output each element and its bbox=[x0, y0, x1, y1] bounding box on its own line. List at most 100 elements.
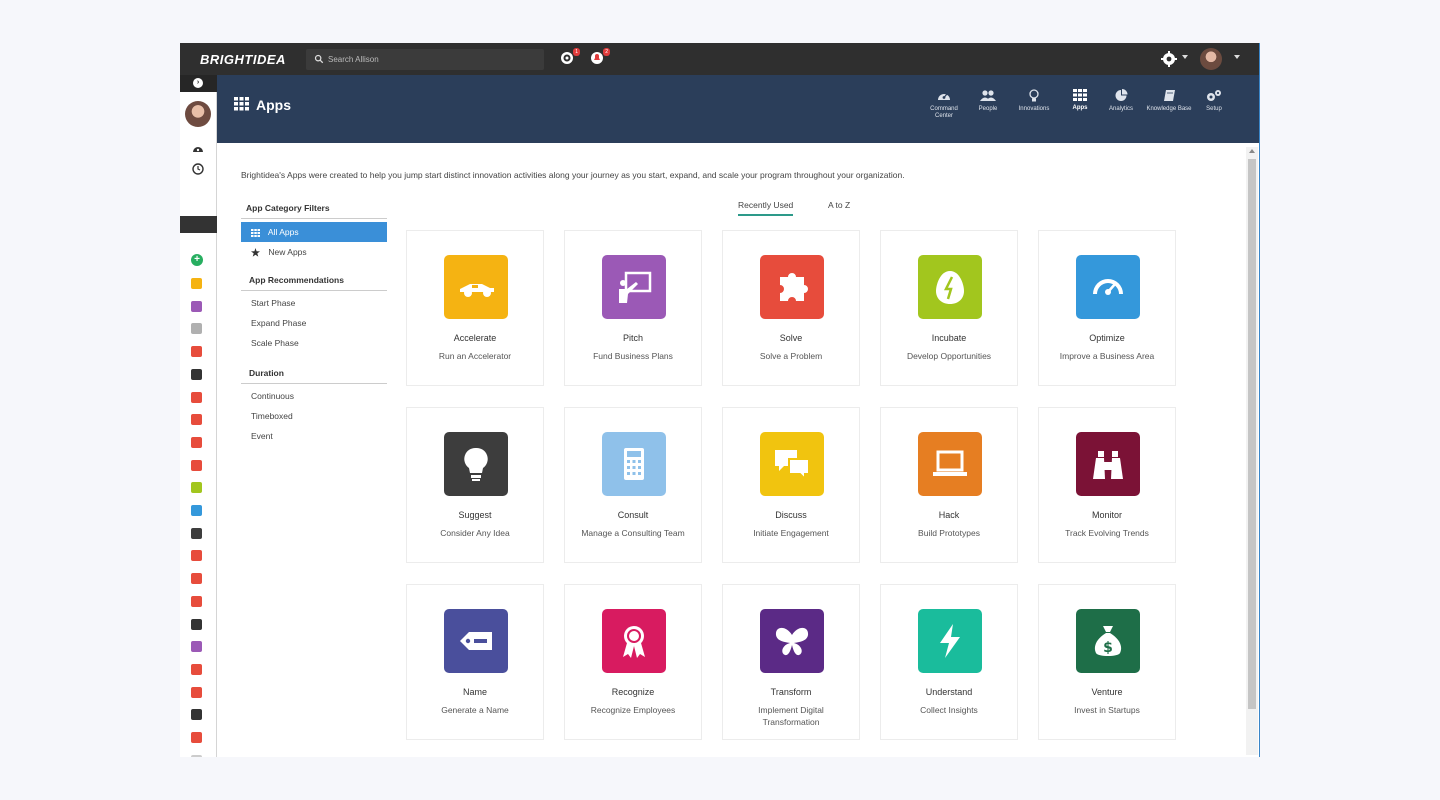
nav-people[interactable]: People bbox=[965, 89, 1011, 113]
rail-app-icon[interactable] bbox=[191, 414, 202, 426]
rail-toggle[interactable]: › bbox=[180, 75, 217, 92]
rail-avatar[interactable] bbox=[185, 101, 211, 127]
rail-app-icon[interactable] bbox=[191, 368, 202, 380]
app-card-accelerate[interactable]: Accelerate Run an Accelerator bbox=[406, 230, 544, 386]
app-tile[interactable] bbox=[444, 432, 508, 496]
app-tile[interactable] bbox=[918, 432, 982, 496]
app-card-name[interactable]: Name Generate a Name bbox=[406, 584, 544, 740]
notification-button[interactable]: 1 bbox=[560, 48, 580, 67]
vertical-scrollbar[interactable] bbox=[1246, 147, 1258, 755]
alerts-button[interactable]: 2 bbox=[590, 48, 610, 67]
app-card-optimize[interactable]: Optimize Improve a Business Area bbox=[1038, 230, 1176, 386]
target-icon bbox=[561, 52, 573, 64]
dashboard-icon[interactable] bbox=[192, 143, 204, 153]
filter-event[interactable]: Event bbox=[241, 428, 387, 448]
filter-timeboxed[interactable]: Timeboxed bbox=[241, 408, 387, 428]
app-card-hack[interactable]: Hack Build Prototypes bbox=[880, 407, 1018, 563]
brightidea-logo[interactable]: BRIGHTIDEA bbox=[200, 52, 286, 67]
rail-app-icon[interactable] bbox=[191, 550, 202, 562]
filter-new-apps[interactable]: New Apps bbox=[241, 242, 387, 262]
app-card-incubate[interactable]: Incubate Develop Opportunities bbox=[880, 230, 1018, 386]
nav-innovations[interactable]: Innovations bbox=[1011, 89, 1057, 113]
rail-app-icon[interactable] bbox=[191, 595, 202, 607]
egg-icon bbox=[936, 271, 964, 304]
app-card-consult[interactable]: Consult Manage a Consulting Team bbox=[564, 407, 702, 563]
scrollbar-thumb[interactable] bbox=[1248, 159, 1256, 709]
settings-gear-icon[interactable] bbox=[1160, 50, 1180, 68]
app-tile[interactable]: $ bbox=[1076, 609, 1140, 673]
rail-app-icon[interactable] bbox=[191, 618, 202, 630]
rail-app-icon[interactable] bbox=[191, 732, 202, 743]
filter-all-apps[interactable]: All Apps bbox=[241, 222, 387, 242]
rail-app-icon[interactable] bbox=[191, 573, 202, 585]
tab-a-to-z[interactable]: A to Z bbox=[828, 200, 850, 214]
app-card-transform[interactable]: Transform Implement Digital Transformatio… bbox=[722, 584, 860, 740]
app-card-suggest[interactable]: Suggest Consider Any Idea bbox=[406, 407, 544, 563]
add-app-icon[interactable]: + bbox=[191, 254, 203, 266]
speedometer-icon bbox=[1093, 279, 1123, 295]
user-avatar[interactable] bbox=[1200, 48, 1222, 70]
rail-app-icon[interactable] bbox=[191, 709, 202, 721]
nav-setup[interactable]: Setup bbox=[1191, 89, 1237, 113]
app-card-pitch[interactable]: Pitch Fund Business Plans bbox=[564, 230, 702, 386]
app-tile[interactable] bbox=[602, 432, 666, 496]
rail-app-icon[interactable] bbox=[191, 754, 202, 757]
page-title-text: Apps bbox=[256, 97, 291, 113]
app-tile[interactable] bbox=[918, 609, 982, 673]
app-tile[interactable] bbox=[602, 609, 666, 673]
filter-start-phase[interactable]: Start Phase bbox=[241, 295, 387, 315]
rail-app-icon[interactable] bbox=[191, 346, 202, 358]
search-input[interactable] bbox=[328, 49, 538, 70]
app-name: Accelerate bbox=[453, 333, 497, 343]
settings-caret-icon[interactable] bbox=[1182, 55, 1188, 59]
app-tile[interactable] bbox=[760, 432, 824, 496]
scroll-up-icon[interactable] bbox=[1249, 149, 1255, 153]
app-tile[interactable] bbox=[1076, 255, 1140, 319]
calculator-icon bbox=[624, 448, 644, 480]
tab-recently-used[interactable]: Recently Used bbox=[738, 200, 794, 216]
filter-scale-phase[interactable]: Scale Phase bbox=[241, 335, 387, 355]
rail-app-icon[interactable] bbox=[191, 278, 202, 289]
app-card-monitor[interactable]: Monitor Track Evolving Trends bbox=[1038, 407, 1176, 563]
app-card-understand[interactable]: Understand Collect Insights bbox=[880, 584, 1018, 740]
rail-app-icon[interactable] bbox=[191, 641, 202, 653]
app-card-recognize[interactable]: Recognize Recognize Employees bbox=[564, 584, 702, 740]
rail-app-icon[interactable] bbox=[191, 323, 202, 335]
filter-continuous[interactable]: Continuous bbox=[241, 388, 387, 408]
clock-icon[interactable] bbox=[192, 163, 204, 175]
app-tile[interactable] bbox=[760, 255, 824, 319]
rail-app-icon[interactable] bbox=[191, 686, 202, 698]
app-name: Hack bbox=[938, 510, 960, 520]
app-name: Monitor bbox=[1091, 510, 1122, 520]
app-card-solve[interactable]: Solve Solve a Problem bbox=[722, 230, 860, 386]
rail-app-icon[interactable] bbox=[191, 300, 202, 312]
nav-knowledge-base[interactable]: Knowledge Base bbox=[1146, 89, 1192, 113]
profile-caret-icon[interactable] bbox=[1234, 55, 1240, 59]
rail-app-icon[interactable] bbox=[191, 505, 202, 516]
rail-app-icon[interactable] bbox=[191, 459, 202, 471]
lightning-icon bbox=[940, 624, 960, 658]
filter-expand-phase[interactable]: Expand Phase bbox=[241, 315, 387, 335]
lightbulb-icon bbox=[464, 447, 488, 481]
app-tile[interactable] bbox=[602, 255, 666, 319]
app-tile[interactable] bbox=[760, 609, 824, 673]
search-box[interactable] bbox=[306, 49, 544, 70]
app-tile[interactable] bbox=[444, 609, 508, 673]
app-description: Run an Accelerator bbox=[438, 351, 512, 361]
rail-app-icon[interactable] bbox=[191, 436, 202, 448]
rail-app-icon[interactable] bbox=[191, 482, 202, 494]
app-name: Incubate bbox=[931, 333, 967, 343]
rail-app-icon[interactable] bbox=[191, 527, 202, 539]
rail-app-icon[interactable] bbox=[191, 391, 202, 403]
app-name: Consult bbox=[617, 510, 649, 520]
app-tile[interactable] bbox=[918, 255, 982, 319]
nav-command-center[interactable]: Command Center bbox=[921, 89, 967, 119]
app-tile[interactable] bbox=[444, 255, 508, 319]
nav-apps[interactable]: Apps bbox=[1057, 89, 1103, 112]
app-tile[interactable] bbox=[1076, 432, 1140, 496]
app-card-discuss[interactable]: Discuss Initiate Engagement bbox=[722, 407, 860, 563]
rail-app-icon[interactable] bbox=[191, 663, 202, 675]
nav-analytics[interactable]: Analytics bbox=[1098, 89, 1144, 113]
money-bag-icon: $ bbox=[1094, 626, 1122, 656]
app-card-venture[interactable]: $ Venture Invest in Startups bbox=[1038, 584, 1176, 740]
